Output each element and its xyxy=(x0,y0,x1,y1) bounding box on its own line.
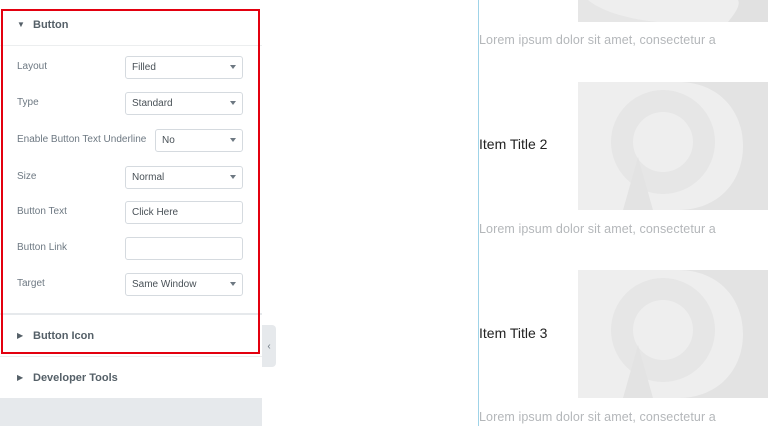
layout-control: Layout Filled xyxy=(0,56,262,80)
chevron-left-icon: ‹ xyxy=(267,340,271,352)
size-select[interactable]: Normal xyxy=(125,166,243,189)
target-value: Same Window xyxy=(132,279,197,290)
button-link-input[interactable] xyxy=(125,237,243,260)
size-control: Size Normal xyxy=(0,166,262,190)
caret-right-icon: ▶ xyxy=(17,373,24,382)
button-icon-section-title: Button Icon xyxy=(33,329,95,342)
type-value: Standard xyxy=(132,98,173,109)
column-guide-line xyxy=(478,0,479,426)
chevron-down-icon xyxy=(230,175,236,179)
image-placeholder-icon xyxy=(578,270,768,398)
underline-select[interactable]: No xyxy=(155,129,243,152)
type-control: Type Standard xyxy=(0,92,262,116)
item-description: Lorem ipsum dolor sit amet, consectetur … xyxy=(479,33,716,47)
button-section-header[interactable]: ▼ Button xyxy=(0,4,262,46)
target-control: Target Same Window xyxy=(0,273,262,297)
button-link-control: Button Link xyxy=(0,237,262,261)
item-description: Lorem ipsum dolor sit amet, consectetur … xyxy=(479,222,716,236)
button-text-control: Button Text Click Here xyxy=(0,201,262,225)
type-label: Type xyxy=(17,97,39,108)
button-text-label: Button Text xyxy=(17,206,67,217)
type-select[interactable]: Standard xyxy=(125,92,243,115)
target-select[interactable]: Same Window xyxy=(125,273,243,296)
size-label: Size xyxy=(17,171,37,182)
button-text-input[interactable]: Click Here xyxy=(125,201,243,224)
item-title: Item Title 2 xyxy=(479,136,548,152)
layout-value: Filled xyxy=(132,62,156,73)
underline-value: No xyxy=(162,135,175,146)
button-section-title: Button xyxy=(33,18,69,31)
chevron-down-icon xyxy=(230,101,236,105)
image-placeholder-icon xyxy=(578,82,768,210)
underline-control: Enable Button Text Underline No xyxy=(0,129,262,153)
layout-select[interactable]: Filled xyxy=(125,56,243,79)
button-text-value: Click Here xyxy=(132,207,179,218)
panel-collapse-handle[interactable]: ‹ xyxy=(262,325,276,367)
size-value: Normal xyxy=(132,172,165,183)
item-description: Lorem ipsum dolor sit amet, consectetur … xyxy=(479,410,716,424)
target-label: Target xyxy=(17,278,45,289)
button-section: ▼ Button Layout Filled Type Standard Ena… xyxy=(0,0,262,313)
layout-label: Layout xyxy=(17,61,48,72)
chevron-down-icon xyxy=(230,65,236,69)
chevron-down-icon xyxy=(230,282,236,286)
button-icon-section-header[interactable]: ▶ Button Icon xyxy=(0,315,262,357)
image-placeholder-icon xyxy=(578,0,768,22)
editor-panel: ▼ Button Layout Filled Type Standard Ena… xyxy=(0,0,262,426)
button-link-label: Button Link xyxy=(17,242,68,253)
chevron-down-icon xyxy=(230,138,236,142)
developer-tools-section-title: Developer Tools xyxy=(33,371,118,384)
caret-down-icon: ▼ xyxy=(17,20,25,29)
developer-tools-section-header[interactable]: ▶ Developer Tools xyxy=(0,357,262,399)
underline-label: Enable Button Text Underline xyxy=(17,134,147,145)
item-title: Item Title 3 xyxy=(479,325,548,341)
caret-right-icon: ▶ xyxy=(17,331,24,340)
